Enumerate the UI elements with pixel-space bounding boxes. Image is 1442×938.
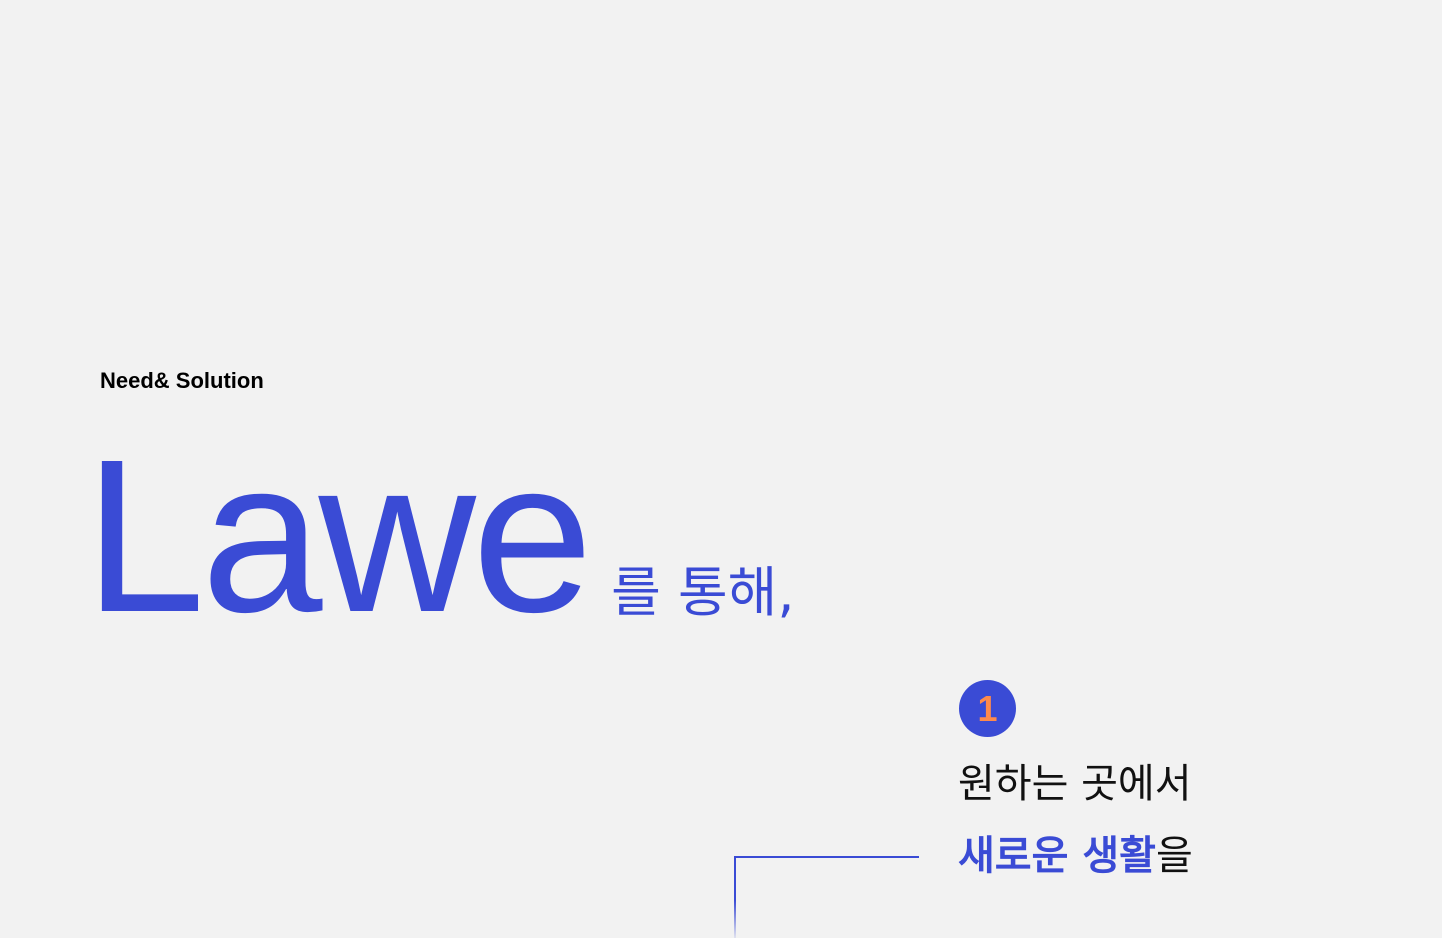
step-text-line-1: 원하는 곳에서 [958, 761, 1192, 807]
connector-line [734, 856, 919, 938]
step-highlight-text: 새로운 생활 [958, 833, 1156, 879]
step-text-particle: 을 [1155, 833, 1193, 879]
step-number: 1 [977, 687, 998, 729]
step-text-line-2: 새로운 생활을 [958, 832, 1193, 880]
headline-suffix: 를 통해, [611, 561, 795, 624]
headline: Lawe 를 통해, [84, 428, 795, 646]
brand-wordmark: Lawe [84, 415, 593, 658]
step-number-badge: 1 [959, 680, 1016, 737]
connector-fade [730, 900, 740, 938]
section-eyebrow: Need& Solution [100, 368, 264, 393]
